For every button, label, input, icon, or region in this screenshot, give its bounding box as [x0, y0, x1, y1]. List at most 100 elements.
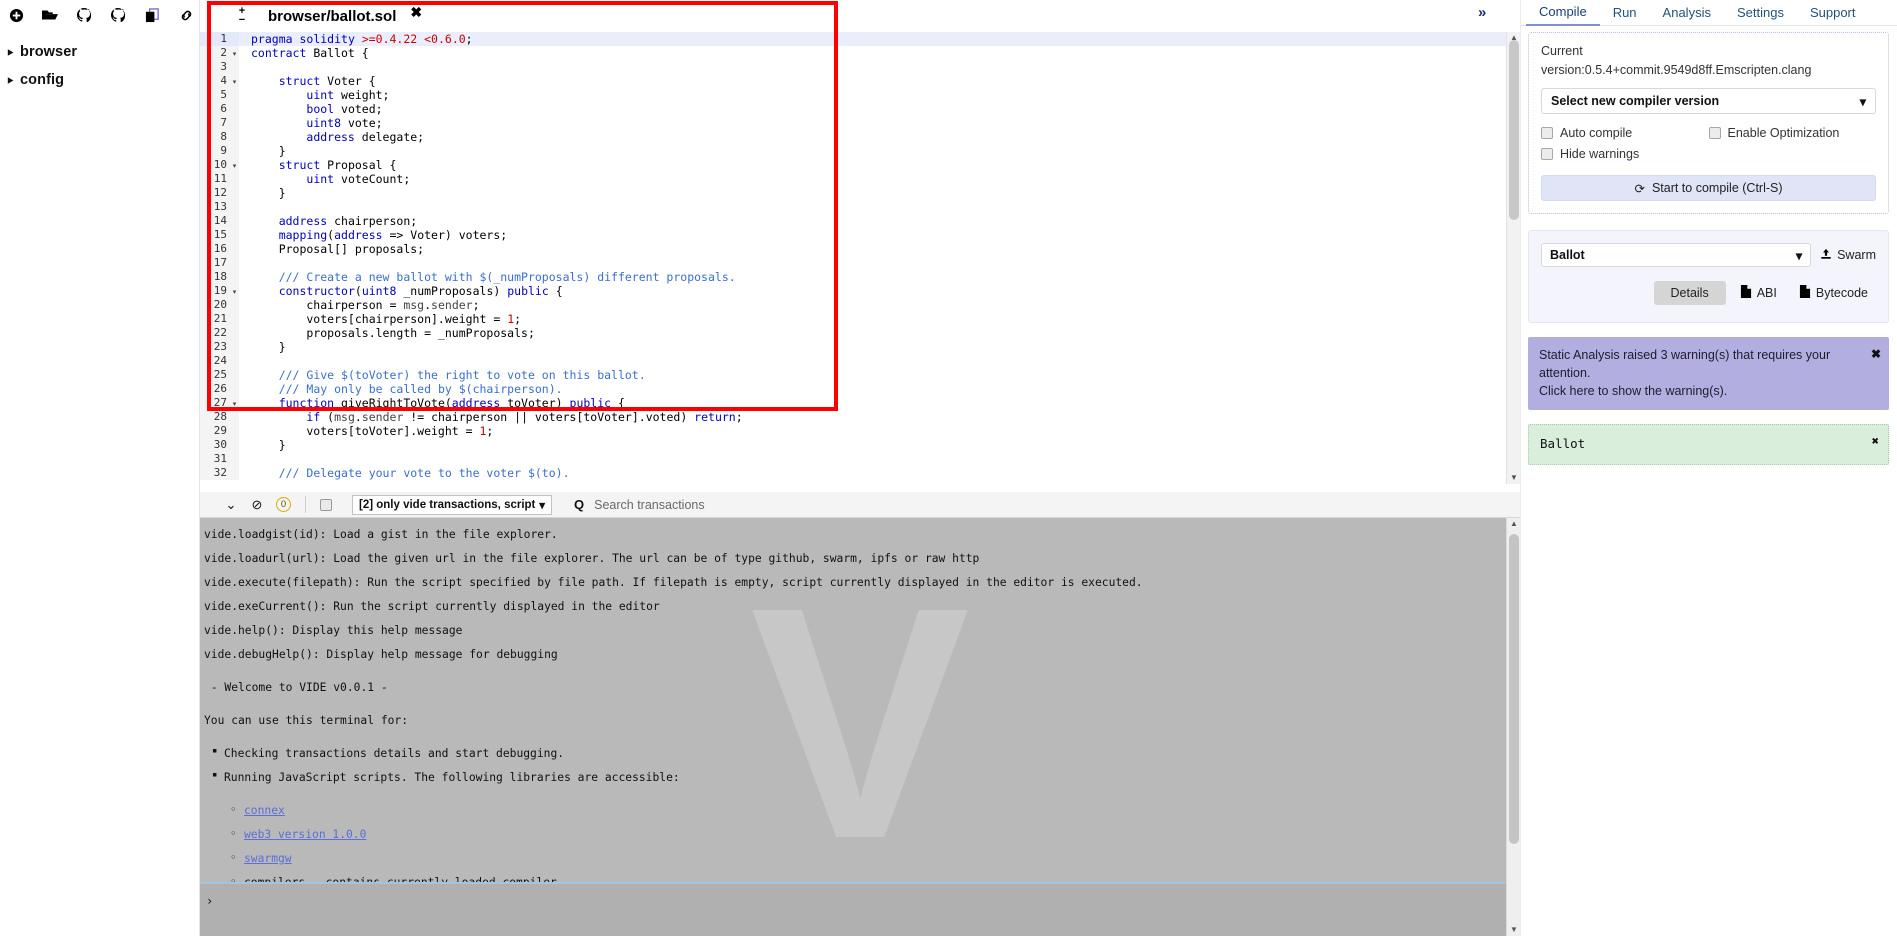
- terminal-search-group: Q: [574, 494, 753, 515]
- code-line[interactable]: 14 address chairperson;: [200, 214, 1520, 228]
- copy-abi-button[interactable]: ABI: [1732, 280, 1785, 306]
- copy-bytecode-button[interactable]: Bytecode: [1791, 280, 1876, 306]
- publish-to-swarm-button[interactable]: Swarm: [1820, 248, 1876, 263]
- fold-toggle-icon[interactable]: ▾: [230, 74, 239, 88]
- code-line[interactable]: 22 proposals.length = _numProposals;: [200, 326, 1520, 340]
- close-icon[interactable]: ✖: [1871, 345, 1881, 363]
- file-tree-node-config[interactable]: ▸ config: [6, 66, 199, 94]
- code-line[interactable]: 1 pragma solidity >=0.4.22 <0.6.0;: [200, 32, 1520, 46]
- compiler-version-select[interactable]: Select new compiler version ▾: [1541, 88, 1876, 114]
- collapse-right-panel-icon[interactable]: »: [1478, 4, 1486, 21]
- terminal-scroll-thumb[interactable]: [1509, 534, 1519, 844]
- editor-tab-ballot-sol[interactable]: browser/ballot.sol ✖: [256, 0, 433, 32]
- code-line[interactable]: 17: [200, 256, 1520, 270]
- code-line[interactable]: 2 ▾ contract Ballot {: [200, 46, 1520, 60]
- code-line[interactable]: 23 }: [200, 340, 1520, 354]
- code-line[interactable]: 8 address delegate;: [200, 130, 1520, 144]
- code-line[interactable]: 32 /// Delegate your vote to the voter $…: [200, 466, 1520, 480]
- terminal-output[interactable]: V vide.loadgist(id): Load a gist in the …: [200, 518, 1520, 936]
- scroll-down-icon[interactable]: ▼: [1507, 472, 1520, 484]
- editor-font-size-controls[interactable]: + −: [228, 0, 256, 32]
- zoom-out-icon[interactable]: −: [239, 15, 245, 26]
- hide-warnings-checkbox[interactable]: [1541, 148, 1553, 160]
- tab-settings[interactable]: Settings: [1724, 1, 1797, 25]
- file-tree-node-label: browser: [20, 44, 78, 60]
- contract-select[interactable]: Ballot ▾: [1541, 243, 1812, 267]
- fold-toggle-icon[interactable]: ▾: [230, 46, 239, 60]
- code-line[interactable]: 20 chairperson = msg.sender;: [200, 298, 1520, 312]
- code-line[interactable]: 12 }: [200, 186, 1520, 200]
- terminal-command-input[interactable]: ›: [200, 884, 1506, 936]
- terminal-filter-select[interactable]: [2] only vide transactions, script ▾: [352, 494, 552, 515]
- code-line[interactable]: 7 uint8 vote;: [200, 116, 1520, 130]
- code-line[interactable]: 4 ▾ struct Voter {: [200, 74, 1520, 88]
- file-tree-node-browser[interactable]: ▸ browser: [6, 38, 199, 66]
- fold-toggle-icon[interactable]: ▾: [230, 396, 239, 410]
- code-line[interactable]: 19 ▾ constructor(uint8 _numProposals) pub…: [200, 284, 1520, 298]
- code-line[interactable]: 21 voters[chairperson].weight = 1;: [200, 312, 1520, 326]
- terminal-library-link[interactable]: swarmgw: [244, 852, 292, 865]
- tab-analysis[interactable]: Analysis: [1650, 1, 1724, 25]
- line-number: 2: [200, 46, 230, 60]
- static-analysis-warning-banner[interactable]: ✖ Static Analysis raised 3 warning(s) th…: [1528, 337, 1889, 410]
- code-editor-content[interactable]: 1 pragma solidity >=0.4.22 <0.6.0; 2 ▾ contr…: [200, 32, 1520, 484]
- terminal-collapse-icon[interactable]: ⌄: [218, 497, 244, 513]
- link-icon[interactable]: [178, 7, 194, 23]
- code-line[interactable]: 10 ▾ struct Proposal {: [200, 158, 1520, 172]
- create-new-file-icon[interactable]: [8, 7, 24, 23]
- code-line[interactable]: 16 Proposal[] proposals;: [200, 242, 1520, 256]
- start-to-compile-button[interactable]: ⟳ Start to compile (Ctrl-S): [1541, 175, 1876, 201]
- copy-files-icon[interactable]: [144, 7, 160, 23]
- tab-compile[interactable]: Compile: [1526, 0, 1600, 26]
- scroll-down-icon[interactable]: ▼: [1507, 924, 1520, 936]
- scroll-up-icon[interactable]: ▲: [1507, 518, 1520, 530]
- search-transactions-input[interactable]: [592, 494, 753, 515]
- code-line[interactable]: 11 uint voteCount;: [200, 172, 1520, 186]
- panel-divider: [1520, 0, 1521, 936]
- terminal-library-link[interactable]: web3 version 1.0.0: [244, 828, 366, 841]
- code-line[interactable]: 24: [200, 354, 1520, 368]
- enable-optimization-checkbox[interactable]: [1708, 127, 1721, 139]
- auto-compile-checkbox[interactable]: [1541, 127, 1553, 139]
- publish-gist-icon[interactable]: [76, 7, 92, 23]
- details-button[interactable]: Details: [1653, 281, 1726, 305]
- editor-scroll-thumb[interactable]: [1509, 40, 1519, 220]
- fold-toggle-icon[interactable]: ▾: [230, 284, 239, 298]
- code-line[interactable]: 3: [200, 60, 1520, 74]
- option-hide-warnings[interactable]: Hide warnings: [1541, 147, 1709, 161]
- code-line[interactable]: 29 voters[toVoter].weight = 1;: [200, 424, 1520, 438]
- terminal-filter-checkbox[interactable]: [320, 498, 332, 511]
- close-icon[interactable]: ✖: [410, 5, 422, 19]
- terminal-library-link[interactable]: connex: [244, 804, 285, 817]
- code-line[interactable]: 5 uint weight;: [200, 88, 1520, 102]
- open-folder-icon[interactable]: [42, 7, 58, 23]
- code-line[interactable]: 18 /// Create a new ballot with $(_numPr…: [200, 270, 1520, 284]
- terminal-vertical-scrollbar[interactable]: ▲ ▼: [1506, 518, 1520, 936]
- option-auto-compile[interactable]: Auto compile: [1541, 126, 1709, 140]
- search-icon[interactable]: Q: [574, 497, 584, 512]
- code-line-text: /// Give $(toVoter) the right to vote on…: [278, 368, 646, 382]
- connect-github-icon[interactable]: [110, 7, 126, 23]
- code-line[interactable]: 25 /// Give $(toVoter) the right to vote…: [200, 368, 1520, 382]
- code-line[interactable]: 9 }: [200, 144, 1520, 158]
- code-line[interactable]: 27 ▾ function giveRightToVote(address toV…: [200, 396, 1520, 410]
- fold-toggle-icon[interactable]: ▾: [230, 158, 239, 172]
- terminal-log-lines: vide.loadgist(id): Load a gist in the fi…: [200, 522, 1520, 936]
- option-enable-optimization[interactable]: Enable Optimization: [1708, 126, 1877, 140]
- code-line[interactable]: 30 }: [200, 438, 1520, 452]
- code-line-text: [243, 60, 1520, 74]
- code-line[interactable]: 13: [200, 200, 1520, 214]
- tab-support[interactable]: Support: [1797, 1, 1869, 25]
- code-editor[interactable]: 1 pragma solidity >=0.4.22 <0.6.0; 2 ▾ contr…: [200, 32, 1520, 484]
- code-line[interactable]: 26 /// May only be called by $(chairpers…: [200, 382, 1520, 396]
- terminal-line: vide.help(): Display this help message: [204, 623, 463, 637]
- clear-console-icon[interactable]: ⊘: [244, 497, 270, 513]
- tab-run[interactable]: Run: [1600, 1, 1650, 25]
- editor-vertical-scrollbar[interactable]: ▲ ▼: [1506, 32, 1520, 484]
- code-line[interactable]: 31: [200, 452, 1520, 466]
- code-line[interactable]: 15 mapping(address => Voter) voters;: [200, 228, 1520, 242]
- close-icon[interactable]: ✖: [1872, 434, 1879, 448]
- code-line[interactable]: 28 if (msg.sender != chairperson || vote…: [200, 410, 1520, 424]
- code-line[interactable]: 6 bool voted;: [200, 102, 1520, 116]
